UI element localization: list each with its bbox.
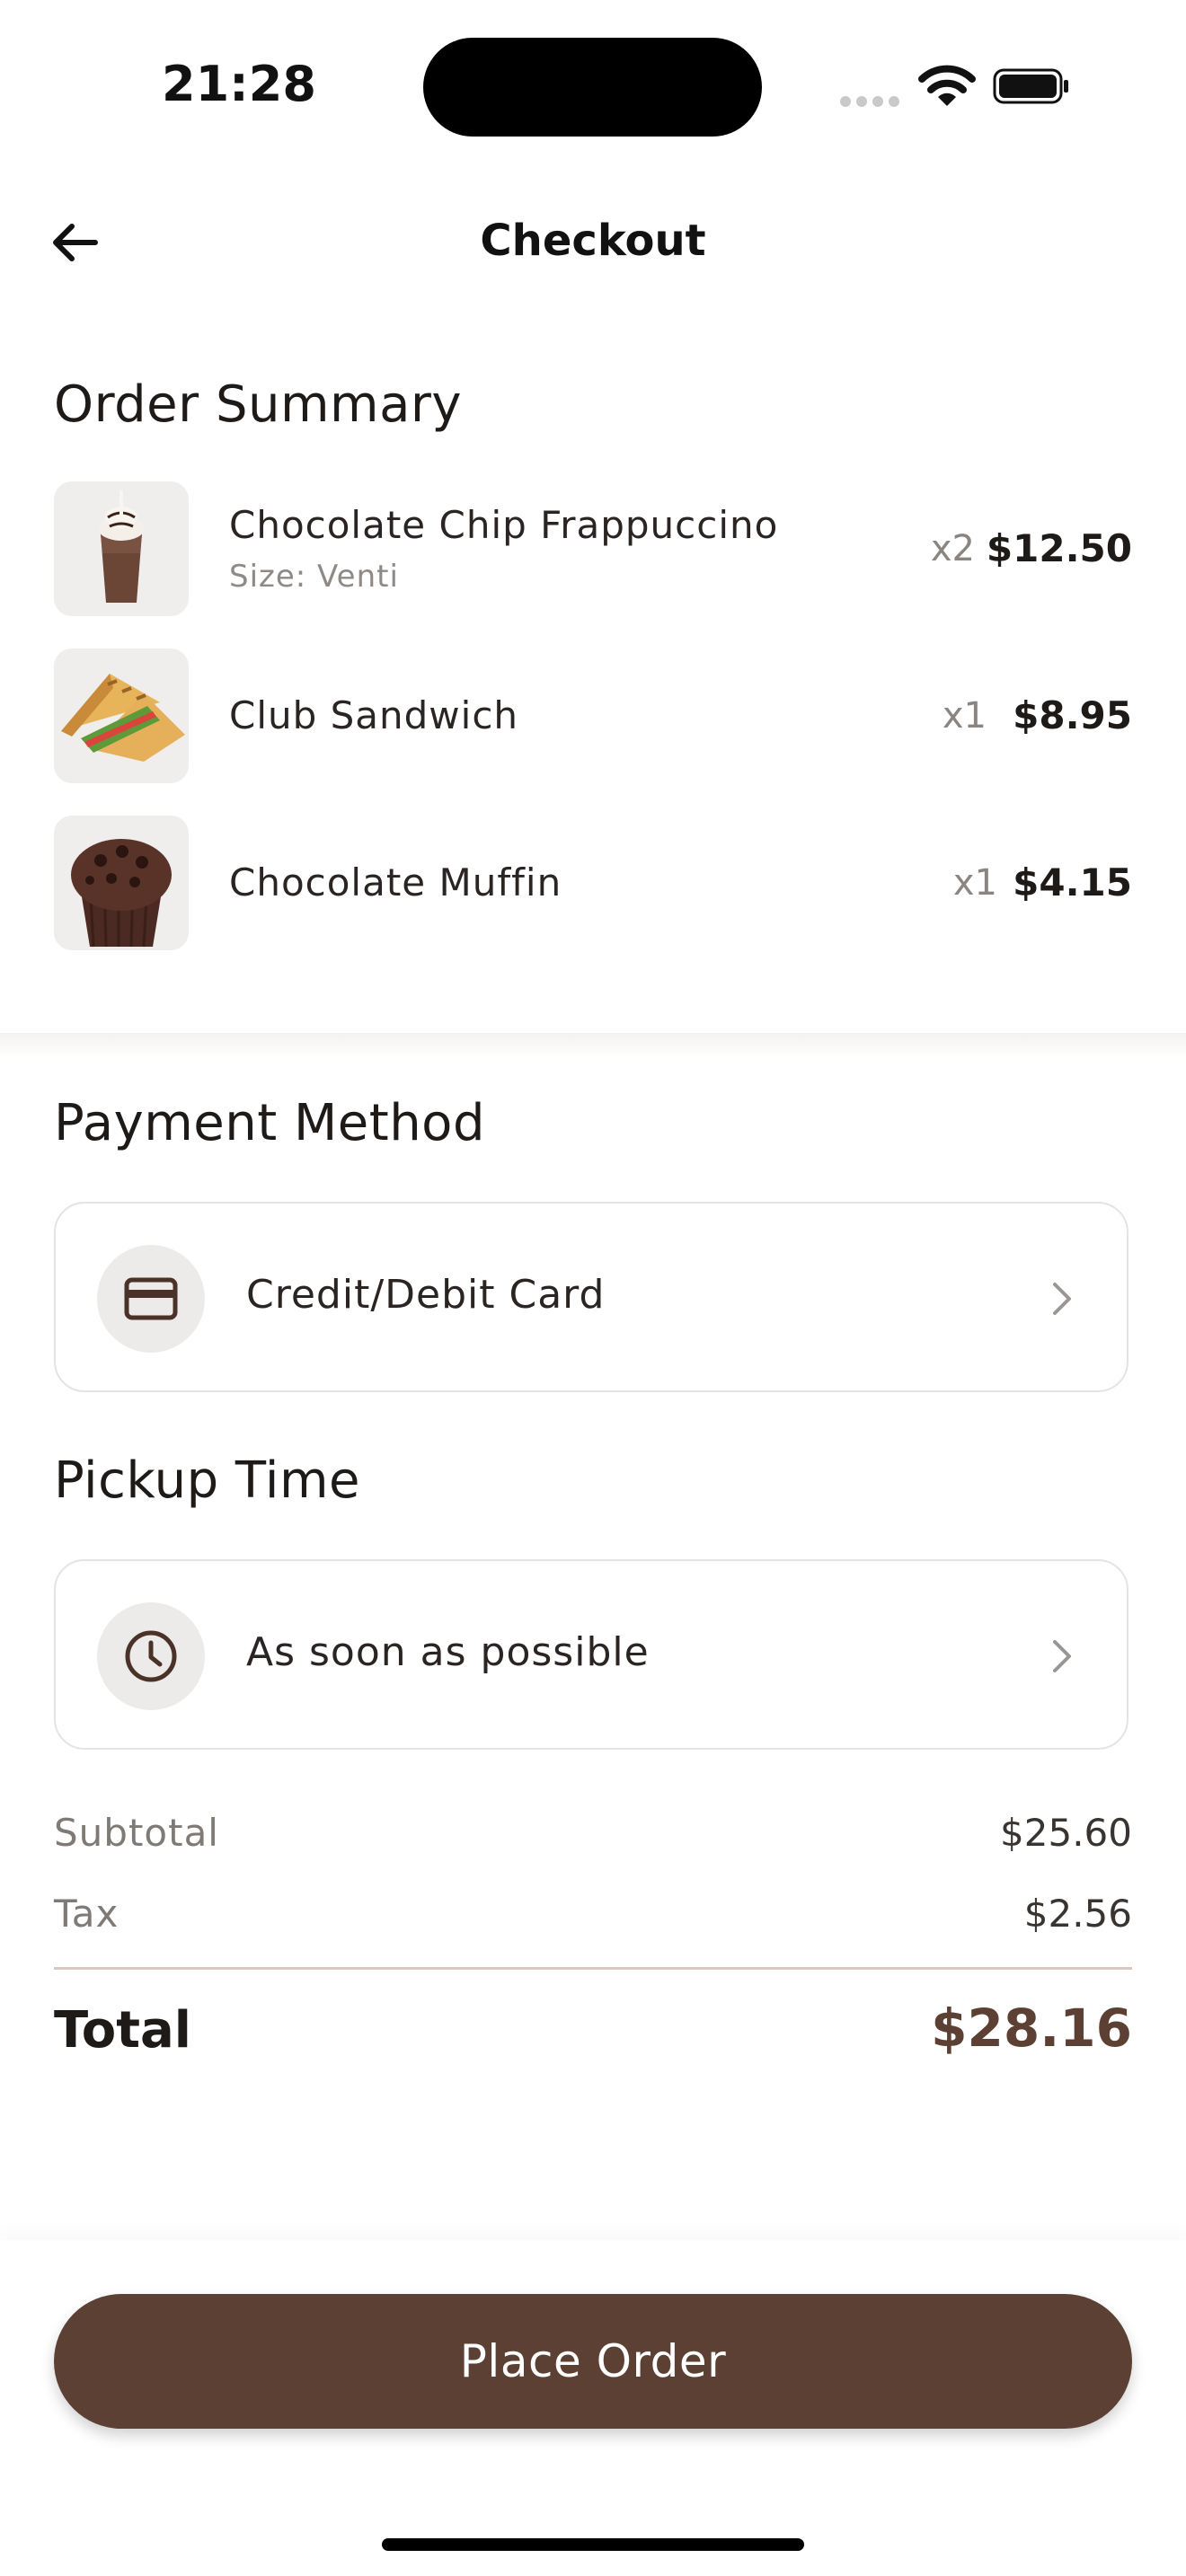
dynamic-island — [423, 38, 762, 137]
muffin-image — [54, 816, 189, 950]
item-price: $12.50 — [986, 526, 1132, 570]
clock-icon — [97, 1602, 205, 1710]
order-summary-heading: Order Summary — [54, 375, 463, 434]
section-divider — [0, 1033, 1186, 1058]
totals-divider — [54, 1967, 1132, 1970]
pickup-time-heading: Pickup Time — [54, 1451, 360, 1510]
chevron-right-icon — [1053, 1283, 1071, 1315]
item-price: $8.95 — [1013, 693, 1132, 737]
payment-method-label: Credit/Debit Card — [246, 1272, 606, 1318]
battery-icon — [993, 68, 1068, 104]
total-label: Total — [54, 2001, 191, 2060]
wifi-icon — [918, 65, 976, 106]
page-title: Checkout — [480, 216, 706, 266]
cellular-signal-icon — [840, 93, 912, 107]
item-name: Chocolate Chip Frappuccino — [229, 503, 779, 547]
credit-card-icon — [97, 1245, 205, 1353]
item-quantity: x1 — [952, 862, 997, 904]
subtotal-label: Subtotal — [54, 1811, 219, 1855]
frappuccino-image — [54, 481, 189, 616]
pickup-time-selector[interactable]: As soon as possible — [54, 1559, 1128, 1750]
item-price: $4.15 — [1013, 860, 1132, 904]
sandwich-image — [54, 648, 189, 783]
tax-label: Tax — [54, 1892, 119, 1936]
total-value: $28.16 — [931, 1998, 1132, 2059]
chevron-right-icon — [1053, 1640, 1071, 1672]
payment-method-selector[interactable]: Credit/Debit Card — [54, 1202, 1128, 1392]
subtotal-value: $25.60 — [1000, 1811, 1132, 1855]
status-time: 21:28 — [162, 56, 316, 112]
payment-method-heading: Payment Method — [54, 1094, 485, 1152]
item-name: Club Sandwich — [229, 693, 519, 737]
item-quantity: x2 — [930, 528, 975, 569]
item-detail: Size: Venti — [229, 559, 399, 595]
item-name: Chocolate Muffin — [229, 860, 562, 904]
item-quantity: x1 — [942, 695, 987, 737]
place-order-button[interactable]: Place Order — [54, 2294, 1132, 2429]
pickup-time-label: As soon as possible — [246, 1629, 650, 1675]
home-indicator — [382, 2538, 804, 2551]
tax-value: $2.56 — [1023, 1892, 1132, 1936]
